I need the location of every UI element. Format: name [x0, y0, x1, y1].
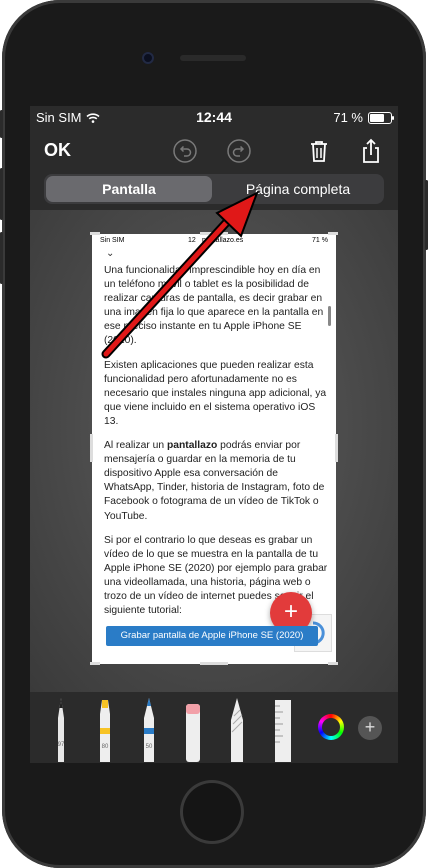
screenshot-toolbar: OK — [30, 132, 398, 172]
front-camera — [142, 52, 154, 64]
chevron-down-icon: ⌄ — [106, 248, 115, 259]
crop-corner-bottom-right[interactable] — [328, 662, 338, 665]
add-tool-button[interactable]: + — [358, 716, 382, 740]
article-paragraph: Existen aplicaciones que pueden realizar… — [104, 359, 327, 427]
tab-pantalla[interactable]: Pantalla — [46, 176, 212, 202]
article-paragraph: Una funcionalidad imprescindible hoy en … — [104, 265, 324, 347]
earpiece — [180, 55, 246, 61]
crop-corner-bottom-left[interactable] — [90, 662, 100, 665]
preview-battery: 71 % — [312, 237, 328, 244]
preview-time: 12 — [188, 237, 196, 244]
status-bar: Sin SIM 12:44 71 % — [30, 106, 398, 130]
marker-tool-icon[interactable]: 80 — [94, 696, 116, 762]
preview-url: pantallazo.es — [202, 237, 244, 244]
markup-tool-palette: 97 80 50 + — [30, 692, 398, 763]
side-button — [0, 110, 3, 138]
paragraph-text: podrás enviar por mensajería o guardar e… — [104, 440, 325, 522]
crop-handle-left[interactable] — [90, 434, 93, 462]
battery-percent: 71 % — [333, 110, 363, 125]
crop-handle-right[interactable] — [335, 434, 338, 462]
screen: Sin SIM 12:44 71 % OK Pantalla Página co… — [30, 106, 398, 763]
preview-carrier: Sin SIM — [100, 237, 125, 244]
pencil-width-label: 50 — [146, 744, 153, 750]
screenshot-preview[interactable]: Sin SIM 12 pantallazo.es 71 % ⌄ Una func… — [92, 234, 336, 664]
eraser-tool-icon[interactable] — [182, 696, 204, 762]
pen-width-label: 97 — [58, 742, 65, 748]
pen-tool-icon[interactable]: 97 — [50, 696, 72, 762]
crop-corner-top-left[interactable] — [90, 232, 100, 235]
ok-button[interactable]: OK — [44, 140, 71, 161]
undo-icon[interactable] — [172, 138, 198, 164]
trash-icon[interactable] — [306, 138, 332, 164]
tab-pagina-completa[interactable]: Página completa — [214, 176, 382, 202]
paragraph-text: Al realizar un — [104, 440, 167, 452]
mode-segmented-control: Pantalla Página completa — [44, 174, 384, 204]
preview-article: Una funcionalidad imprescindible hoy en … — [104, 264, 330, 628]
color-picker-icon[interactable] — [318, 714, 344, 740]
preview-status-bar: Sin SIM 12 pantallazo.es 71 % — [92, 234, 336, 248]
article-paragraph: Al realizar un pantallazo podrás enviar … — [104, 439, 330, 524]
redo-icon[interactable] — [226, 138, 252, 164]
home-button[interactable] — [180, 780, 244, 844]
volume-down-button — [0, 232, 3, 284]
record-screen-button: Grabar pantalla de Apple iPhone SE (2020… — [106, 626, 318, 646]
battery-icon — [368, 111, 394, 124]
preview-scrollbar — [328, 306, 331, 326]
crop-handle-bottom[interactable] — [200, 662, 228, 665]
share-icon[interactable] — [358, 138, 384, 164]
crop-handle-top[interactable] — [200, 232, 228, 235]
crop-corner-top-right[interactable] — [328, 232, 338, 235]
lasso-tool-icon[interactable] — [226, 696, 248, 762]
pencil-tool-icon[interactable]: 50 — [138, 696, 160, 762]
volume-up-button — [0, 168, 3, 220]
marker-width-label: 80 — [102, 744, 109, 750]
ruler-tool-icon[interactable] — [272, 696, 294, 762]
paragraph-bold-text: pantallazo — [166, 440, 218, 452]
